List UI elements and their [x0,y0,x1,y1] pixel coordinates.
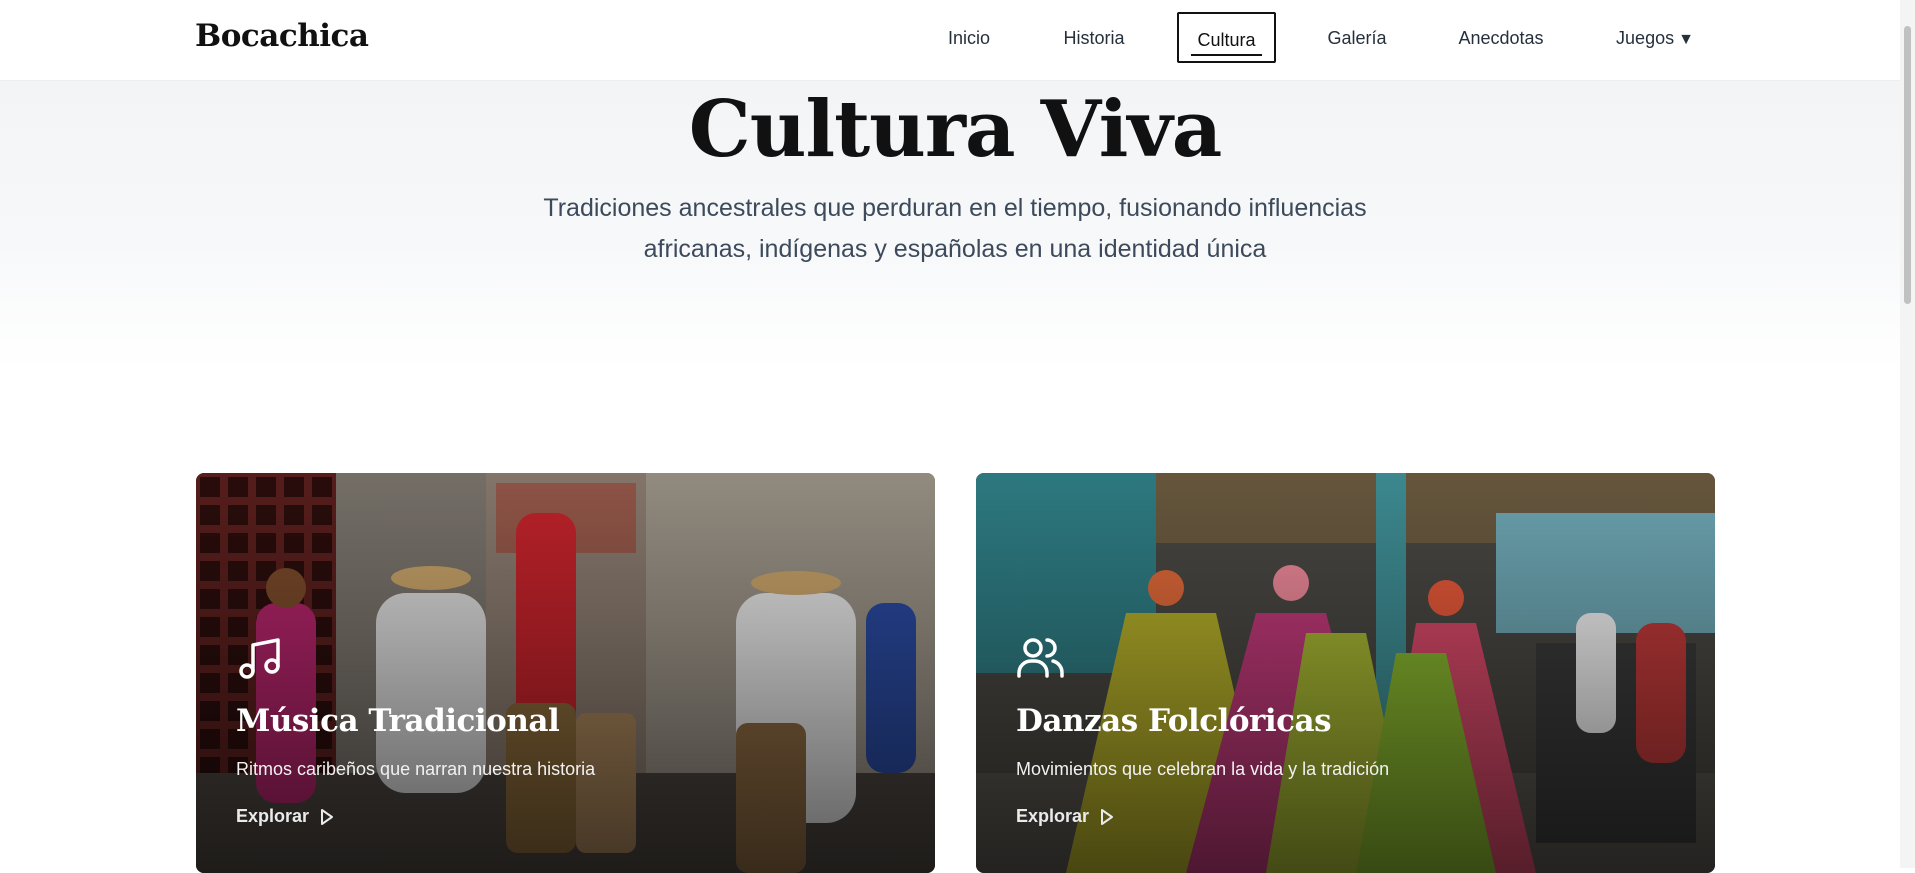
nav-item-historia[interactable]: Historia [1054,12,1134,63]
card-description: Ritmos caribeños que narran nuestra hist… [236,759,596,779]
nav-item-label: Juegos [1616,28,1675,48]
site-logo[interactable]: Bocachica [195,18,369,54]
nav-item-label: Anecdotas [1458,28,1544,48]
nav-item-juegos[interactable]: Juegos ▼ [1610,12,1700,63]
scrollbar-thumb[interactable] [1904,26,1911,304]
nav-item-label: Galería [1327,28,1387,48]
nav-item-label: Cultura [1197,30,1256,50]
page-title: Cultura Viva [688,84,1223,175]
explore-link[interactable]: Explorar [236,806,335,827]
card-title: Danzas Folclóricas [1016,703,1332,739]
card-musica-tradicional[interactable]: Música Tradicional Ritmos caribeños que … [196,473,935,873]
nav-item-anecdotas[interactable]: Anecdotas [1448,12,1554,63]
explore-link-label: Explorar [236,806,310,826]
explore-link-label: Explorar [1016,806,1090,826]
nav-item-inicio[interactable]: Inicio [932,12,1006,63]
nav-item-galeria[interactable]: Galería [1320,12,1394,63]
hero-subtitle: Tradiciones ancestrales que perduran en … [480,188,1430,270]
hero-subtitle-line: Tradiciones ancestrales que perduran en … [543,194,1367,222]
card-description: Movimientos que celebran la vida y la tr… [1016,759,1390,779]
play-icon [1101,808,1114,825]
music-note-icon [236,633,286,683]
nav-item-label: Inicio [947,28,991,48]
nav-item-cultura[interactable]: Cultura [1177,12,1276,63]
nav-item-label: Historia [1063,28,1125,48]
card-title: Música Tradicional [236,703,560,739]
chevron-down-icon: ▼ [1678,31,1694,48]
card-danzas-folcloricas[interactable]: Danzas Folclóricas Movimientos que celeb… [976,473,1715,873]
hero-subtitle-line: africanas, indígenas y españolas en una … [643,235,1267,263]
explore-link[interactable]: Explorar [1016,806,1115,827]
hero-section: Cultura Viva Tradiciones ancestrales que… [0,80,1900,370]
play-icon [321,808,334,825]
site-header: Bocachica Inicio Historia Cultura Galerí… [0,0,1900,81]
users-icon [1016,633,1066,683]
page-scrollbar[interactable] [1900,0,1915,868]
